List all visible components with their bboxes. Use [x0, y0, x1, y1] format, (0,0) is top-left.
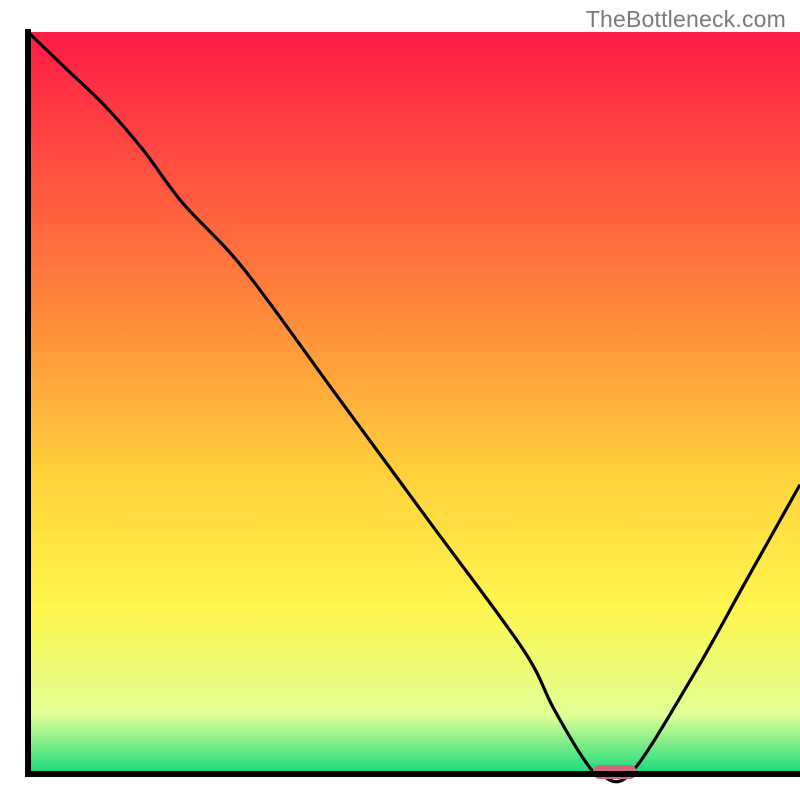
chart-svg: [0, 0, 800, 800]
chart-container: TheBottleneck.com: [0, 0, 800, 800]
plot-background: [28, 32, 800, 774]
watermark-text: TheBottleneck.com: [586, 6, 786, 33]
